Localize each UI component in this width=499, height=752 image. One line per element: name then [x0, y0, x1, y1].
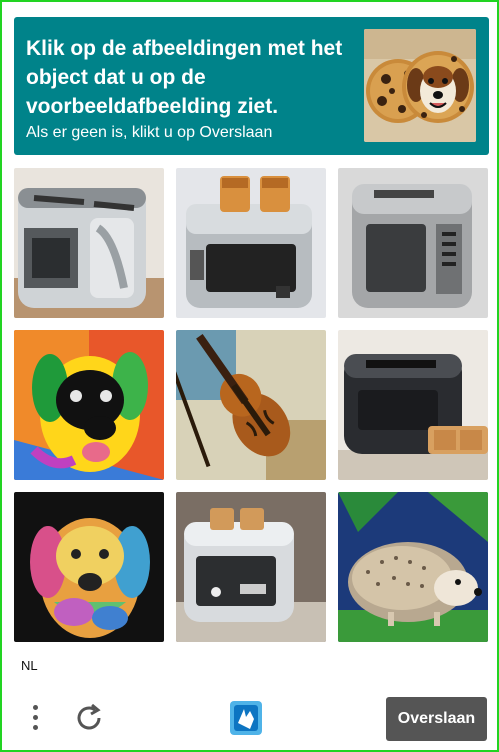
- challenge-subtitle: Als er geen is, klikt u op Overslaan: [26, 124, 273, 141]
- challenge-title: Klik op de afbeeldingen met het object d…: [26, 37, 343, 118]
- grid-tile-7[interactable]: [14, 492, 164, 642]
- more-vertical-icon[interactable]: [26, 701, 46, 735]
- grid-tile-8[interactable]: [176, 492, 326, 642]
- grid-tile-9[interactable]: [338, 492, 488, 642]
- grid-tile-6[interactable]: [338, 330, 488, 480]
- example-image: [364, 29, 476, 142]
- language-selector[interactable]: NL: [21, 658, 38, 673]
- captcha-frame: Klik op de afbeeldingen met het object d…: [0, 0, 499, 752]
- refresh-icon[interactable]: [74, 702, 106, 734]
- grid-tile-5[interactable]: [176, 330, 326, 480]
- skip-button[interactable]: Overslaan: [386, 697, 487, 741]
- challenge-header: Klik op de afbeeldingen met het object d…: [14, 17, 489, 155]
- hcaptcha-logo-icon: [228, 699, 264, 737]
- grid-tile-4[interactable]: [14, 330, 164, 480]
- grid-tile-1[interactable]: [14, 168, 164, 318]
- grid-tile-2[interactable]: [176, 168, 326, 318]
- grid-tile-3[interactable]: [338, 168, 488, 318]
